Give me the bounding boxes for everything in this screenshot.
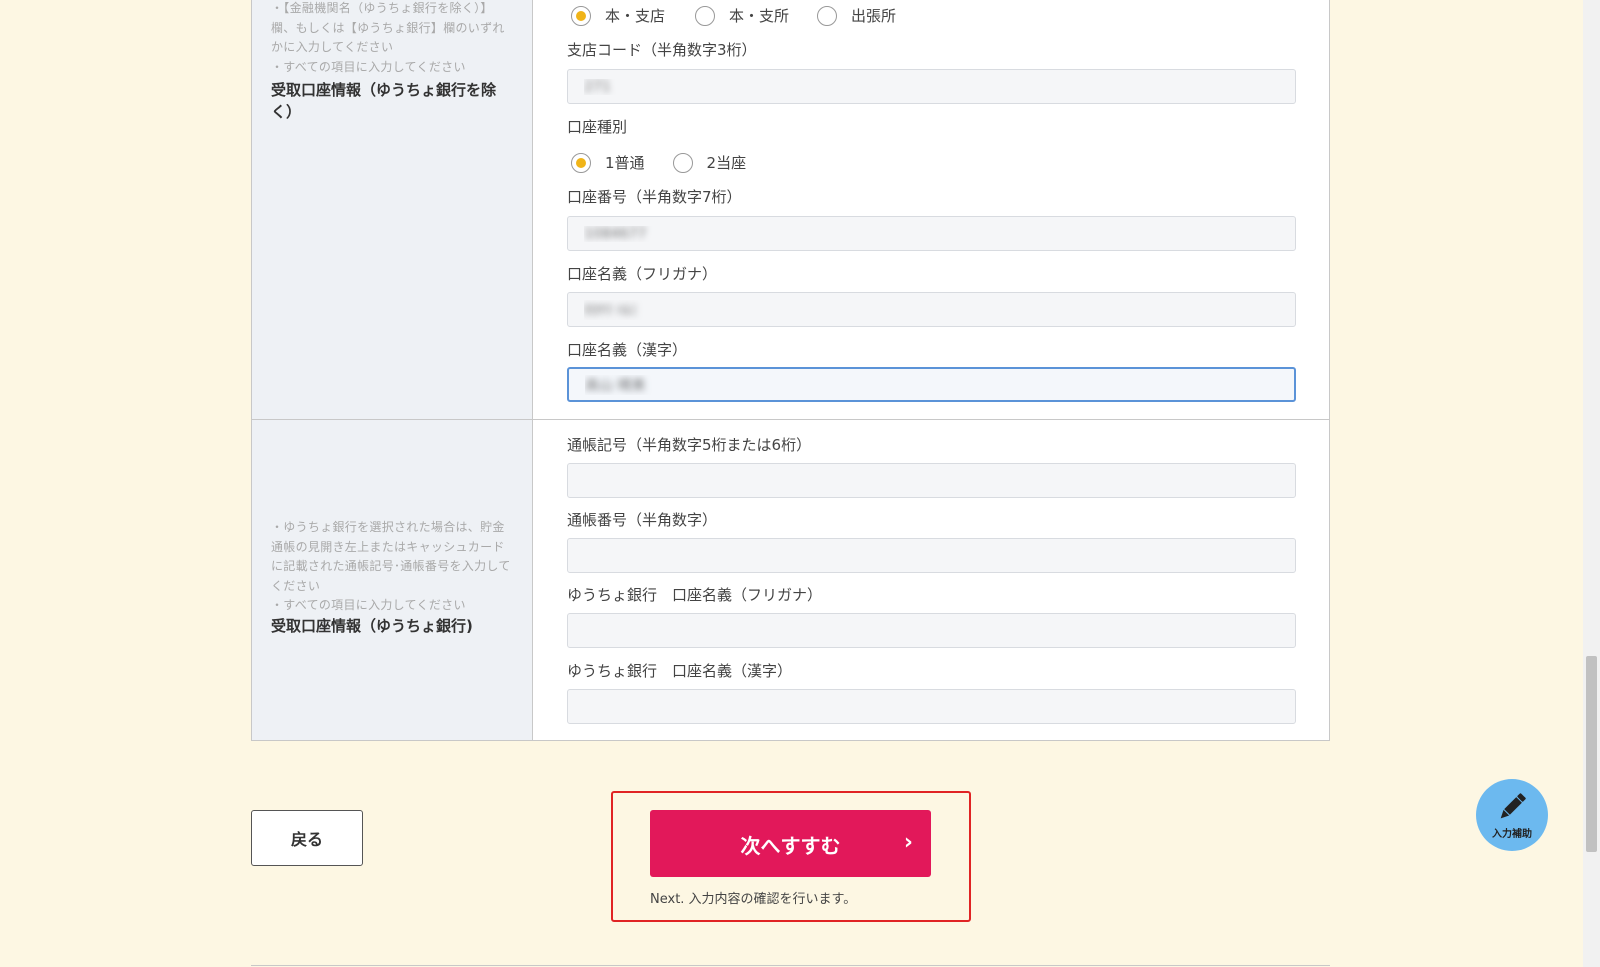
radio-branch-outpost[interactable]: 出張所 [817,5,896,26]
next-button[interactable]: 次へすすむ › [650,810,931,877]
passbook-symbol-label: 通帳記号（半角数字5桁または6桁） [567,436,812,454]
yucho-note-2: ・すべての項目に入力してください [271,598,466,612]
pencil-icon [1500,793,1526,819]
radio-label: 1普通 [605,154,645,172]
yucho-account-row: ・ゆうちょ銀行を選択された場合は、貯金通帳の見開き左上またはキャッシュカードに記… [252,420,1329,740]
scrollbar-thumb[interactable] [1586,656,1597,852]
next-button-note: Next. 入力内容の確認を行います。 [650,892,857,907]
branch-code-input[interactable] [567,69,1296,104]
yucho-account-notes: ・ゆうちょ銀行を選択された場合は、貯金通帳の見開き左上またはキャッシュカードに記… [271,518,516,616]
bank-account-note-2: ・すべての項目に入力してください [271,59,466,74]
page-scrollbar[interactable] [1583,0,1600,967]
next-button-label: 次へすすむ [740,834,841,858]
radio-circle[interactable] [695,5,716,26]
holder-kana-input[interactable] [567,292,1296,327]
radio-label: 本・支所 [729,7,790,25]
account-type-radio-group: 1普通 2当座 [571,152,774,173]
yucho-account-section-title: 受取口座情報（ゆうちょ銀行) [271,617,473,635]
passbook-number-input[interactable] [567,538,1296,573]
bank-account-section-title: 受取口座情報（ゆうちょ銀行を除く） [271,81,497,121]
yucho-holder-kana-label: ゆうちょ銀行 口座名義（フリガナ） [567,586,823,604]
back-button[interactable]: 戻る [251,810,363,866]
passbook-symbol-input[interactable] [567,463,1296,498]
divider [251,965,1330,966]
radio-label: 本・支店 [605,7,666,25]
radio-branch-sub-office[interactable]: 本・支所 [695,5,789,26]
holder-kanji-label: 口座名義（漢字） [567,341,688,359]
yucho-holder-kanji-input[interactable] [567,689,1296,724]
yucho-account-label-cell: ・ゆうちょ銀行を選択された場合は、貯金通帳の見開き左上またはキャッシュカードに記… [252,420,533,740]
radio-circle[interactable] [571,5,591,26]
account-number-label: 口座番号（半角数字7桁） [567,188,742,206]
holder-kanji-input[interactable] [567,367,1296,402]
bank-account-row: ・【金融機関名（ゆうちょ銀行を除く）】欄、もしくは【ゆうちょ銀行】欄のいずれかに… [252,0,1329,420]
radio-account-ordinary[interactable]: 1普通 [571,152,645,173]
account-number-input[interactable] [567,216,1296,251]
holder-kana-label: 口座名義（フリガナ） [567,265,718,283]
input-assist-button[interactable]: 入力補助 [1476,779,1548,851]
passbook-number-label: 通帳番号（半角数字） [567,511,718,529]
account-type-label: 口座種別 [567,118,628,136]
radio-label: 2当座 [706,154,747,172]
branch-type-radio-group: 本・支店 本・支所 出張所 [571,5,924,26]
bank-account-label-cell: ・【金融機関名（ゆうちょ銀行を除く）】欄、もしくは【ゆうちょ銀行】欄のいずれかに… [252,0,533,419]
radio-account-current[interactable]: 2当座 [672,152,747,173]
bank-account-input-cell: 本・支店 本・支所 出張所 支店コード（半角数字3桁） 口座種別 1普通 [533,0,1329,419]
input-assist-label: 入力補助 [1492,829,1532,840]
radio-circle[interactable] [571,152,591,173]
yucho-holder-kanji-label: ゆうちょ銀行 口座名義（漢字） [567,662,793,680]
bank-account-notes: ・【金融機関名（ゆうちょ銀行を除く）】欄、もしくは【ゆうちょ銀行】欄のいずれかに… [271,0,516,77]
yucho-account-input-cell: 通帳記号（半角数字5桁または6桁） 通帳番号（半角数字） ゆうちょ銀行 口座名義… [533,420,1329,740]
chevron-right-icon: › [903,830,913,855]
yucho-holder-kana-input[interactable] [567,613,1296,648]
branch-code-label: 支店コード（半角数字3桁） [567,41,757,59]
radio-circle[interactable] [817,5,838,26]
bank-account-form-table: ・【金融機関名（ゆうちょ銀行を除く）】欄、もしくは【ゆうちょ銀行】欄のいずれかに… [251,0,1330,741]
radio-label: 出張所 [851,7,897,25]
bank-account-note-1: ・【金融機関名（ゆうちょ銀行を除く）】欄、もしくは【ゆうちょ銀行】欄のいずれかに… [271,1,505,54]
radio-branch-main[interactable]: 本・支店 [571,5,665,26]
yucho-note-1: ・ゆうちょ銀行を選択された場合は、貯金通帳の見開き左上またはキャッシュカードに記… [271,520,511,593]
radio-circle[interactable] [672,152,693,173]
